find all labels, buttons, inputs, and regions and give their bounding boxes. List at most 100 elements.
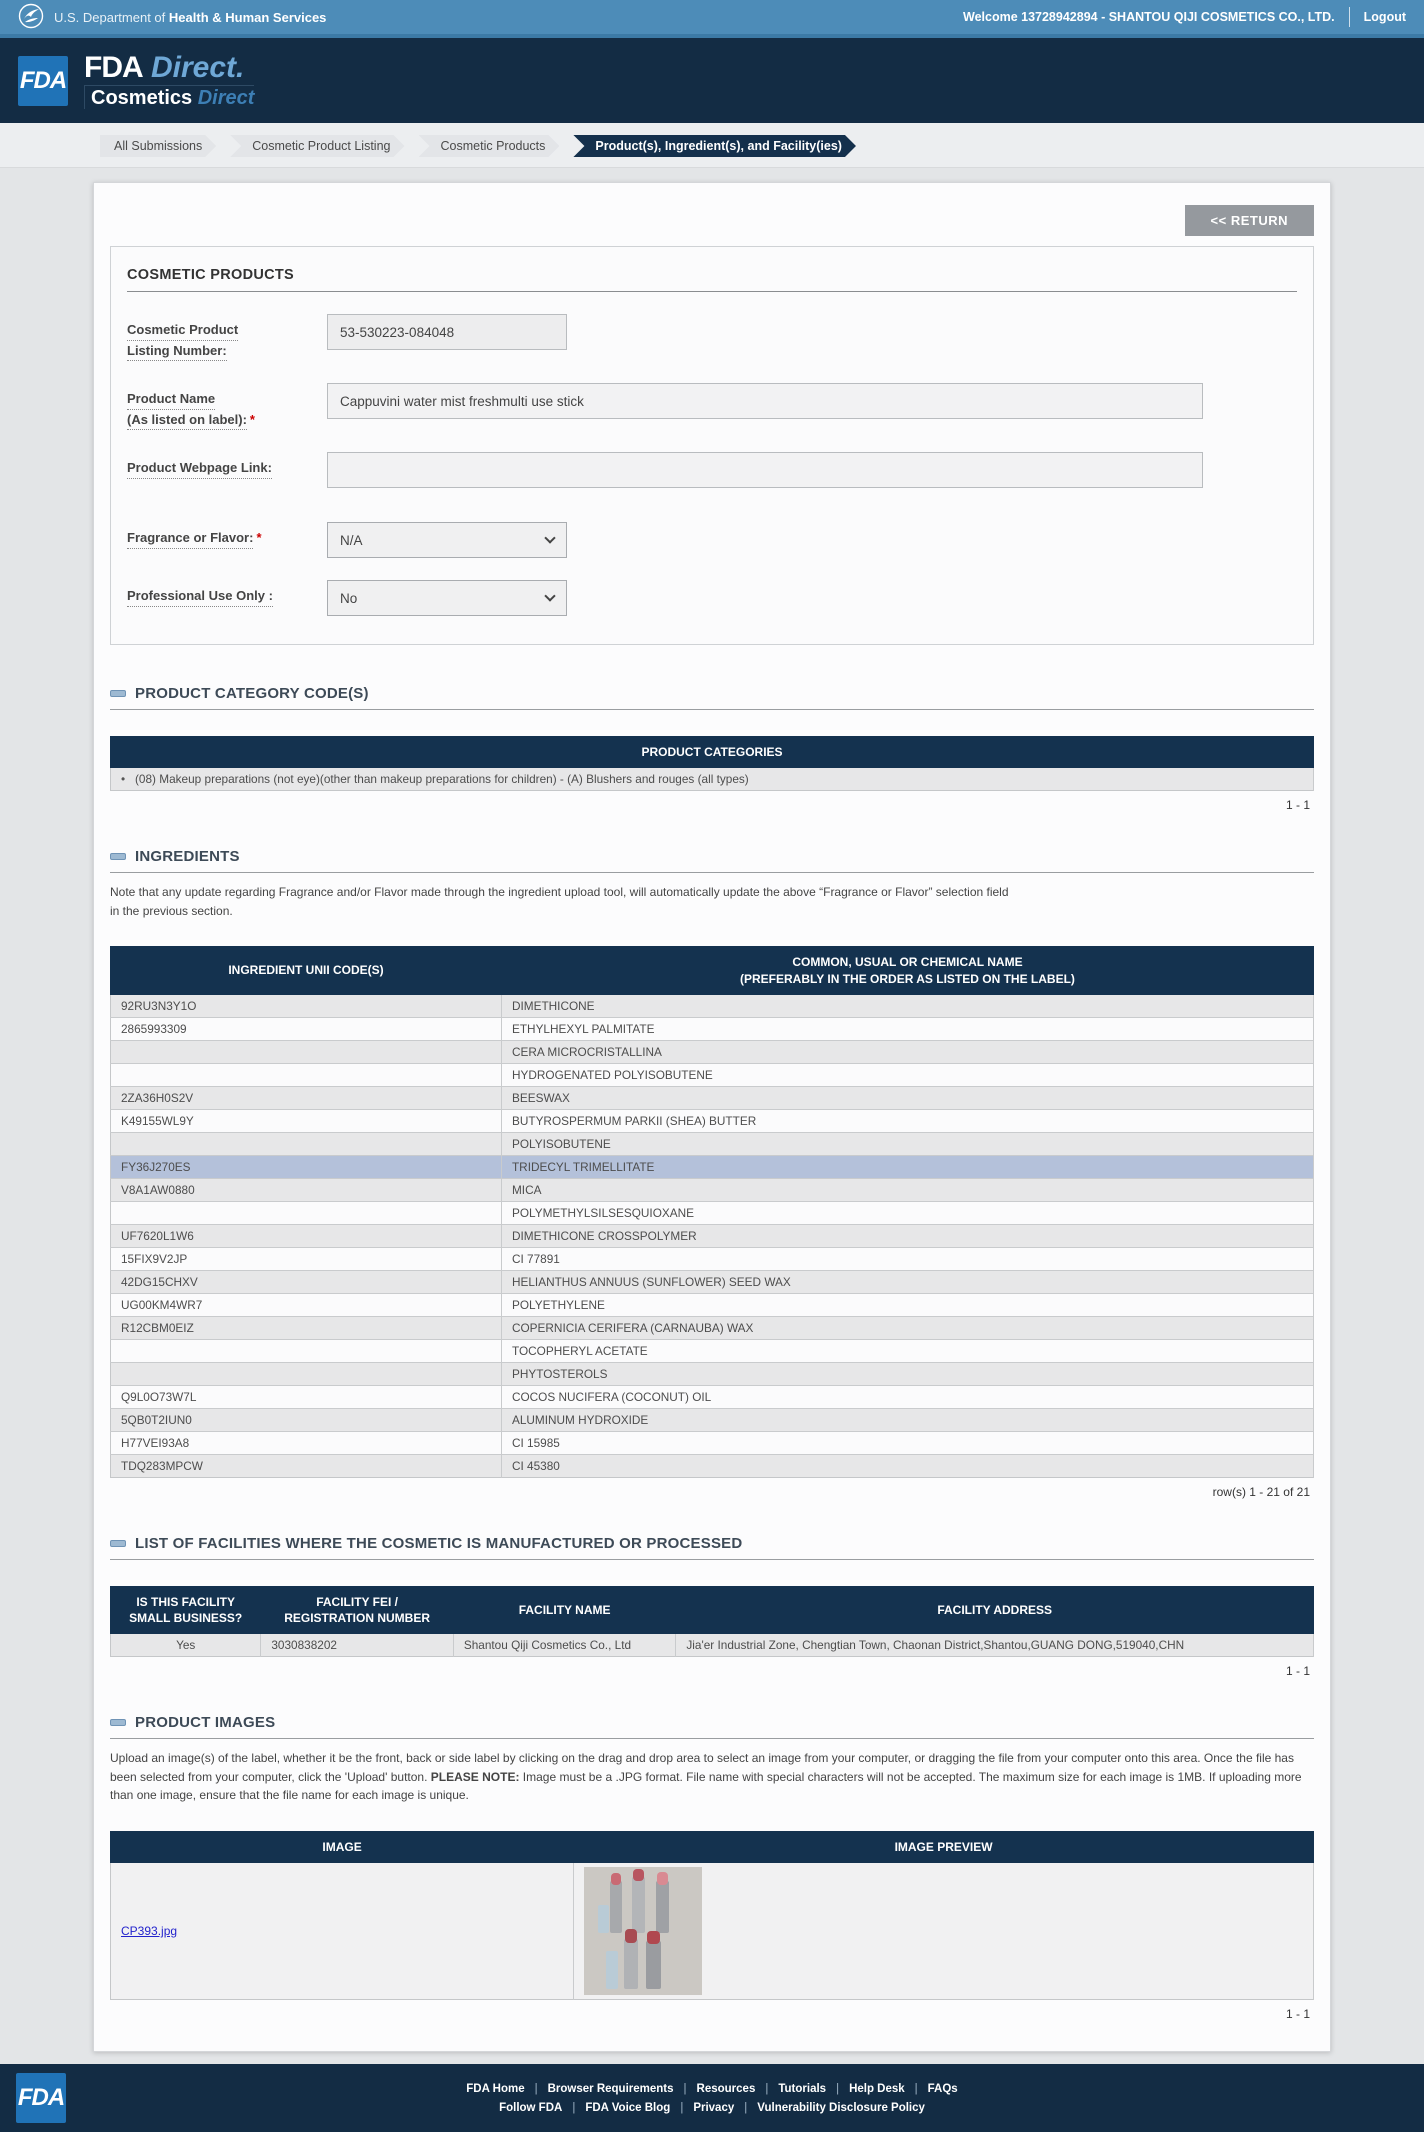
- ingredient-unii-cell: R12CBM0EIZ: [111, 1316, 502, 1339]
- ingredient-row[interactable]: TOCOPHERYL ACETATE: [111, 1339, 1314, 1362]
- ingredient-row[interactable]: FY36J270ESTRIDECYL TRIMELLITATE: [111, 1155, 1314, 1178]
- breadcrumb-item-all-submissions[interactable]: All Submissions: [100, 135, 216, 157]
- footer-link-separator: |: [836, 2083, 839, 2095]
- ingredient-unii-cell: [111, 1339, 502, 1362]
- images-header-preview: IMAGE PREVIEW: [574, 1831, 1314, 1862]
- ingredient-unii-cell: FY36J270ES: [111, 1155, 502, 1178]
- fragrance-select[interactable]: N/A: [327, 522, 567, 558]
- ingredient-row[interactable]: H77VEI93A8CI 15985: [111, 1431, 1314, 1454]
- chevron-down-icon: [544, 590, 555, 601]
- categories-section-title: PRODUCT CATEGORY CODE(S): [135, 685, 369, 702]
- collapse-dash-icon[interactable]: [110, 1719, 126, 1726]
- collapse-dash-icon[interactable]: [110, 1540, 126, 1547]
- ingredient-row[interactable]: Q9L0O73W7LCOCOS NUCIFERA (COCONUT) OIL: [111, 1385, 1314, 1408]
- brand-italic: Direct.: [151, 51, 244, 84]
- label-line: Product Webpage Link:: [127, 458, 272, 479]
- footer-link-separator: |: [915, 2083, 918, 2095]
- ingredient-row[interactable]: 15FIX9V2JPCI 77891: [111, 1247, 1314, 1270]
- ingredients-section-header: INGREDIENTS: [110, 848, 1314, 873]
- footer-link-resources[interactable]: Resources: [697, 2083, 756, 2095]
- dept-prefix: U.S. Department of: [54, 10, 165, 25]
- footer-link-help-desk[interactable]: Help Desk: [849, 2083, 905, 2095]
- ingredient-unii-cell: 42DG15CHXV: [111, 1270, 502, 1293]
- image-file-link[interactable]: CP393.jpg: [121, 1924, 177, 1938]
- ingredient-row[interactable]: HYDROGENATED POLYISOBUTENE: [111, 1063, 1314, 1086]
- welcome-text: Welcome 13728942894 - SHANTOU QIJI COSME…: [963, 10, 1335, 24]
- ingredient-name-cell: ETHYLHEXYL PALMITATE: [501, 1017, 1313, 1040]
- required-asterisk: *: [250, 412, 255, 427]
- footer-link-fda-voice-blog[interactable]: FDA Voice Blog: [585, 2102, 670, 2114]
- ingredient-name-cell: PHYTOSTEROLS: [501, 1362, 1313, 1385]
- product-name-row: Product Name (As listed on label):*: [127, 383, 1297, 430]
- professional-use-label: Professional Use Only :: [127, 580, 327, 607]
- product-name-input[interactable]: [327, 383, 1203, 419]
- footer-fda-logo: FDA: [16, 2073, 66, 2123]
- footer-link-browser-requirements[interactable]: Browser Requirements: [548, 2083, 674, 2095]
- collapse-dash-icon[interactable]: [110, 853, 126, 860]
- footer-link-follow-fda[interactable]: Follow FDA: [499, 2102, 562, 2114]
- ingredient-row[interactable]: CERA MICROCRISTALLINA: [111, 1040, 1314, 1063]
- ingredient-name-cell: POLYISOBUTENE: [501, 1132, 1313, 1155]
- ingredient-row[interactable]: POLYISOBUTENE: [111, 1132, 1314, 1155]
- ingredient-row[interactable]: 42DG15CHXVHELIANTHUS ANNUUS (SUNFLOWER) …: [111, 1270, 1314, 1293]
- images-table: IMAGE IMAGE PREVIEW CP393.jpg: [110, 1831, 1314, 2000]
- note-line-1: Note that any update regarding Fragrance…: [110, 885, 1009, 899]
- collapse-dash-icon[interactable]: [110, 690, 126, 697]
- footer-links-row-1: FDA Home|Browser Requirements|Resources|…: [466, 2083, 957, 2095]
- ingredient-row[interactable]: 92RU3N3Y1ODIMETHICONE: [111, 994, 1314, 1017]
- footer-link-faqs[interactable]: FAQs: [928, 2083, 958, 2095]
- category-row[interactable]: •(08) Makeup preparations (not eye)(othe…: [111, 768, 1314, 791]
- breadcrumb-item-cosmetic-products[interactable]: Cosmetic Products: [419, 135, 560, 157]
- breadcrumb-item-cosmetic-product-listing[interactable]: Cosmetic Product Listing: [230, 135, 404, 157]
- facility-row[interactable]: Yes 3030838202 Shantou Qiji Cosmetics Co…: [111, 1634, 1314, 1657]
- ingredient-name-cell: BUTYROSPERMUM PARKII (SHEA) BUTTER: [501, 1109, 1313, 1132]
- fda-logo: FDA: [18, 56, 68, 106]
- image-file-cell: CP393.jpg: [111, 1863, 574, 2000]
- listing-number-input[interactable]: [327, 314, 567, 350]
- footer-link-separator: |: [744, 2102, 747, 2114]
- ingredient-row[interactable]: K49155WL9YBUTYROSPERMUM PARKII (SHEA) BU…: [111, 1109, 1314, 1132]
- ingredient-row[interactable]: TDQ283MPCWCI 45380: [111, 1454, 1314, 1477]
- hhs-eagle-icon: [18, 3, 44, 32]
- webpage-link-input[interactable]: [327, 452, 1203, 488]
- return-button[interactable]: << RETURN: [1185, 205, 1314, 236]
- facilities-section-title: LIST OF FACILITIES WHERE THE COSMETIC IS…: [135, 1535, 742, 1552]
- footer-link-fda-home[interactable]: FDA Home: [466, 2083, 524, 2095]
- label-line: Cosmetic Product: [127, 320, 238, 341]
- ingredient-row[interactable]: UF7620L1W6DIMETHICONE CROSSPOLYMER: [111, 1224, 1314, 1247]
- category-cell: •(08) Makeup preparations (not eye)(othe…: [111, 768, 1314, 791]
- subbrand-bold: Cosmetics: [91, 87, 192, 109]
- facility-name-cell: Shantou Qiji Cosmetics Co., Ltd: [453, 1634, 676, 1657]
- subbrand-italic: Direct: [198, 87, 255, 109]
- ingredient-unii-cell: [111, 1201, 502, 1224]
- ingredient-name-cell: HYDROGENATED POLYISOBUTENE: [501, 1063, 1313, 1086]
- fragrance-row: Fragrance or Flavor:* N/A: [127, 522, 1297, 558]
- ingredient-row[interactable]: POLYMETHYLSILSESQUIOXANE: [111, 1201, 1314, 1224]
- footer: FDA FDA Home | Browser Requirements | Resour…: [0, 2064, 1424, 2132]
- ingredient-row[interactable]: UG00KM4WR7POLYETHYLENE: [111, 1293, 1314, 1316]
- ingredient-name-cell: CERA MICROCRISTALLINA: [501, 1040, 1313, 1063]
- breadcrumb: All Submissions Cosmetic Product Listing C…: [100, 135, 1424, 157]
- ingredient-unii-cell: V8A1AW0880: [111, 1178, 502, 1201]
- ingredient-row[interactable]: V8A1AW0880MICA: [111, 1178, 1314, 1201]
- brand-bold: FDA: [84, 51, 143, 84]
- professional-use-select[interactable]: No: [327, 580, 567, 616]
- ingredient-name-cell: TRIDECYL TRIMELLITATE: [501, 1155, 1313, 1178]
- ingredient-row[interactable]: PHYTOSTEROLS: [111, 1362, 1314, 1385]
- ingredient-row[interactable]: R12CBM0EIZCOPERNICIA CERIFERA (CARNAUBA)…: [111, 1316, 1314, 1339]
- ingredient-unii-cell: [111, 1040, 502, 1063]
- product-image-preview[interactable]: [584, 1867, 702, 1995]
- ingredient-row[interactable]: 2865993309ETHYLHEXYL PALMITATE: [111, 1017, 1314, 1040]
- footer-link-tutorials[interactable]: Tutorials: [778, 2083, 826, 2095]
- label-line: Product Name: [127, 389, 215, 410]
- label-line: (As listed on label):: [127, 410, 247, 431]
- ingredient-row[interactable]: 5QB0T2IUN0ALUMINUM HYDROXIDE: [111, 1408, 1314, 1431]
- facilities-pagination: 1 - 1: [110, 1657, 1314, 1678]
- ingredient-row[interactable]: 2ZA36H0S2VBEESWAX: [111, 1086, 1314, 1109]
- images-section-header: PRODUCT IMAGES: [110, 1714, 1314, 1739]
- footer-link-vulnerability-disclosure-policy[interactable]: Vulnerability Disclosure Policy: [757, 2102, 925, 2114]
- ingredient-name-cell: COPERNICIA CERIFERA (CARNAUBA) WAX: [501, 1316, 1313, 1339]
- logout-button[interactable]: Logout: [1364, 10, 1406, 24]
- breadcrumb-item-product-s-ingredient-s-and-facility-ies[interactable]: Product(s), Ingredient(s), and Facility(…: [573, 135, 856, 157]
- footer-link-privacy[interactable]: Privacy: [693, 2102, 734, 2114]
